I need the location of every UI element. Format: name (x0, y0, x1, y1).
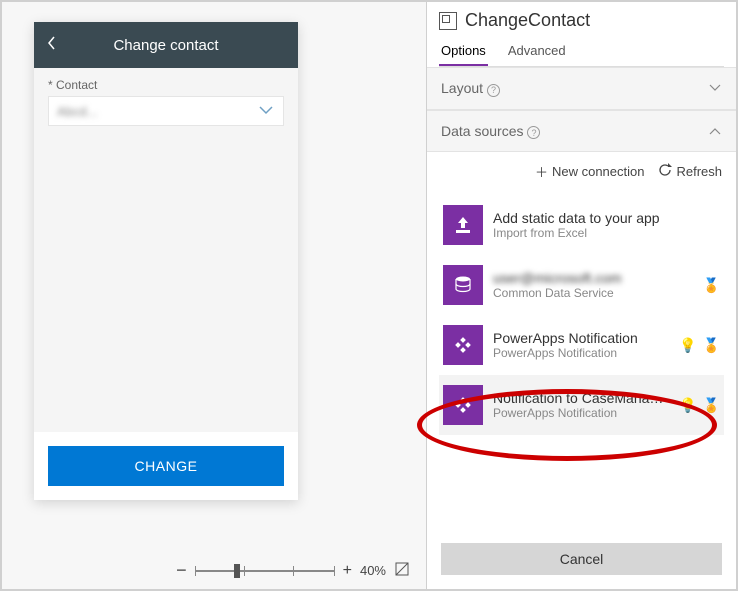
zoom-percent: 40% (360, 563, 386, 578)
properties-panel: ChangeContact Options Advanced Layout? D… (426, 2, 736, 589)
ds-title: user@microsoft.com (493, 270, 693, 286)
ds-subtitle: Import from Excel (493, 226, 720, 240)
data-source-item[interactable]: user@microsoft.com Common Data Service 🏅 (439, 255, 724, 315)
tab-advanced[interactable]: Advanced (506, 37, 568, 66)
cancel-button[interactable]: Cancel (441, 543, 722, 575)
section-datasources-label: Data sources (441, 123, 523, 139)
app-preview: Change contact * Contact Abcd... CHANGE (34, 22, 298, 500)
data-source-item[interactable]: Notification to CaseManageme... PowerApp… (439, 375, 724, 435)
bulb-icon: 💡 (679, 397, 696, 414)
ds-subtitle: Common Data Service (493, 286, 693, 300)
ds-title: PowerApps Notification (493, 330, 669, 346)
ribbon-icon: 🏅 (703, 277, 720, 294)
ribbon-icon: 🏅 (703, 337, 720, 354)
zoom-slider[interactable] (195, 570, 335, 572)
contact-dropdown[interactable]: Abcd... (48, 96, 284, 126)
refresh-button[interactable]: Refresh (658, 162, 722, 181)
screen-title: Change contact (46, 37, 286, 54)
data-source-list: Add static data to your app Import from … (427, 191, 736, 529)
design-canvas: Change contact * Contact Abcd... CHANGE … (2, 2, 426, 589)
ds-subtitle: PowerApps Notification (493, 346, 669, 360)
screen-icon (439, 12, 457, 30)
help-icon[interactable]: ? (487, 84, 500, 97)
panel-tabs: Options Advanced (439, 37, 724, 67)
upload-icon (443, 205, 483, 245)
chevron-up-icon (708, 123, 722, 139)
ds-title: Notification to CaseManageme... (493, 390, 669, 406)
chevron-down-icon (257, 103, 275, 120)
plus-icon: ＋ (535, 162, 548, 181)
section-data-sources[interactable]: Data sources? (427, 110, 736, 153)
change-button[interactable]: CHANGE (48, 446, 284, 486)
contact-label: * Contact (48, 78, 284, 92)
database-icon (443, 265, 483, 305)
tab-options[interactable]: Options (439, 37, 488, 66)
new-connection-button[interactable]: ＋ New connection (535, 162, 645, 181)
panel-title: ChangeContact (465, 10, 590, 31)
zoom-out-button[interactable]: − (176, 560, 187, 581)
diamond-icon (443, 325, 483, 365)
zoom-control: − + 40% (176, 560, 410, 581)
fit-screen-icon[interactable] (394, 561, 410, 580)
data-source-item[interactable]: PowerApps Notification PowerApps Notific… (439, 315, 724, 375)
screen-header: Change contact (34, 22, 298, 68)
ribbon-icon: 🏅 (703, 397, 720, 414)
data-source-item[interactable]: Add static data to your app Import from … (439, 195, 724, 255)
diamond-icon (443, 385, 483, 425)
refresh-icon (658, 163, 672, 180)
ds-title: Add static data to your app (493, 210, 720, 226)
zoom-in-button[interactable]: + (343, 562, 352, 580)
chevron-down-icon (708, 80, 722, 96)
bulb-icon: 💡 (679, 337, 696, 354)
help-icon[interactable]: ? (527, 126, 540, 139)
ds-subtitle: PowerApps Notification (493, 406, 669, 420)
section-layout[interactable]: Layout? (427, 67, 736, 110)
section-layout-label: Layout (441, 80, 483, 96)
dropdown-value: Abcd... (57, 104, 97, 119)
